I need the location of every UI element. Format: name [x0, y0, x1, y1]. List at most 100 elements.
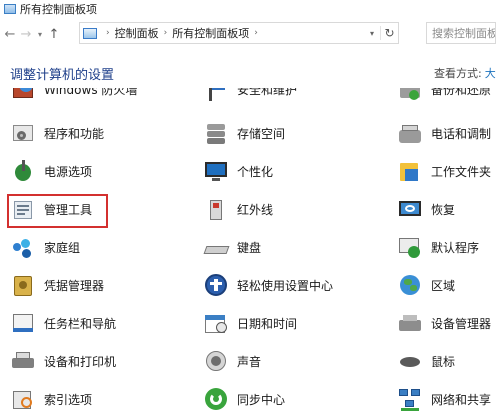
recovery-icon [397, 196, 423, 222]
breadcrumb-all-items[interactable]: 所有控制面板项 [172, 25, 249, 41]
recent-locations-chevron-icon[interactable]: ▾ [34, 24, 46, 44]
view-by-value[interactable]: 大 [485, 67, 496, 80]
view-by-label: 查看方式: [434, 67, 482, 80]
power-options-icon [10, 158, 36, 184]
title-bar: 所有控制面板项 [0, 0, 496, 18]
forward-arrow-icon[interactable]: → [18, 24, 34, 44]
item-sync-center[interactable]: 同步中心 [203, 384, 285, 414]
item-label: 任务栏和导航 [44, 316, 117, 331]
window-title: 所有控制面板项 [20, 3, 97, 16]
page-title: 调整计算机的设置 [10, 68, 115, 83]
keyboard-icon [203, 234, 230, 260]
item-phone-modem[interactable]: 电话和调制 [397, 118, 491, 148]
item-label: 设备管理器 [431, 316, 492, 331]
item-sound[interactable]: 声音 [203, 346, 261, 376]
item-taskbar-navigation[interactable]: 任务栏和导航 [10, 308, 116, 338]
item-programs-features[interactable]: 程序和功能 [10, 118, 104, 148]
network-sharing-icon [397, 386, 423, 412]
item-label: Windows 防火墙 [44, 88, 138, 97]
item-label: 个性化 [237, 164, 274, 179]
item-label: 声音 [237, 354, 262, 369]
item-homegroup[interactable]: 家庭组 [10, 232, 80, 262]
item-label: 电源选项 [44, 164, 93, 179]
up-arrow-icon[interactable]: ↑ [46, 24, 62, 44]
breadcrumb-separator: › [106, 28, 110, 38]
item-label: 存储空间 [237, 126, 286, 141]
item-network-sharing[interactable]: 网络和共享 [397, 384, 491, 414]
firewall-icon [10, 88, 36, 102]
item-label: 键盘 [237, 240, 262, 255]
refresh-icon[interactable]: ↻ [380, 26, 398, 40]
address-bar-controls: ▾ ↻ [364, 23, 398, 43]
item-label: 工作文件夹 [431, 164, 492, 179]
back-arrow-icon[interactable]: ← [2, 24, 18, 44]
item-label: 电话和调制 [431, 126, 492, 141]
backup-icon [397, 88, 423, 102]
address-bar[interactable]: › 控制面板 › 所有控制面板项 › ▾ ↻ [79, 22, 399, 44]
item-power-options[interactable]: 电源选项 [10, 156, 92, 186]
infrared-icon [203, 196, 229, 222]
credential-manager-icon [10, 272, 36, 298]
item-storage-spaces[interactable]: 存储空间 [203, 118, 285, 148]
search-input[interactable]: 搜索控制面板 [426, 22, 496, 44]
item-personalization[interactable]: 个性化 [203, 156, 273, 186]
item-label: 索引选项 [44, 392, 93, 407]
date-time-icon [203, 310, 229, 336]
sync-center-icon [203, 386, 229, 412]
item-security-maintenance[interactable]: 安全和维护 [203, 88, 297, 104]
item-label: 备份和还原 [431, 88, 492, 97]
item-label: 凭据管理器 [44, 278, 105, 293]
item-label: 程序和功能 [44, 126, 105, 141]
devices-printers-icon [10, 348, 36, 374]
item-infrared[interactable]: 红外线 [203, 194, 273, 224]
control-panel-icon [83, 27, 97, 39]
item-indexing-options[interactable]: 索引选项 [10, 384, 92, 414]
device-manager-icon [397, 310, 423, 336]
item-label: 日期和时间 [237, 316, 298, 331]
item-label: 轻松使用设置中心 [237, 278, 334, 293]
item-recovery[interactable]: 恢复 [397, 194, 455, 224]
flag-icon [203, 88, 229, 102]
item-region[interactable]: 区域 [397, 270, 455, 300]
default-programs-icon [397, 234, 423, 260]
breadcrumb-separator: › [163, 28, 168, 38]
indexing-icon [10, 386, 36, 412]
work-folders-icon [397, 158, 423, 184]
item-mouse[interactable]: 鼠标 [397, 346, 455, 376]
breadcrumb-separator: › [254, 28, 258, 38]
item-label: 区域 [431, 278, 456, 293]
item-label: 网络和共享 [431, 392, 492, 407]
item-windows-firewall[interactable]: Windows 防火墙 [10, 88, 137, 104]
item-keyboard[interactable]: 键盘 [203, 232, 261, 262]
view-by-control[interactable]: 查看方式: 大 [434, 65, 496, 81]
item-work-folders[interactable]: 工作文件夹 [397, 156, 491, 186]
item-label: 默认程序 [431, 240, 480, 255]
item-label: 恢复 [431, 202, 456, 217]
control-panel-window-icon [4, 4, 16, 14]
mouse-icon [397, 348, 423, 374]
sound-icon [203, 348, 229, 374]
navigation-bar: ← → ▾ ↑ › 控制面板 › 所有控制面板项 › ▾ ↻ 搜索控制面板 [0, 22, 496, 46]
ease-of-access-icon [203, 272, 229, 298]
control-panel-items-grid: Windows 防火墙 安全和维护 备份和还原 程序和功能 存储空间 电话和调制… [0, 88, 496, 416]
breadcrumb-control-panel[interactable]: 控制面板 [115, 25, 159, 41]
address-dropdown-chevron-icon[interactable]: ▾ [364, 29, 380, 38]
item-device-manager[interactable]: 设备管理器 [397, 308, 491, 338]
item-label: 设备和打印机 [44, 354, 117, 369]
item-default-programs[interactable]: 默认程序 [397, 232, 479, 262]
taskbar-icon [10, 310, 36, 336]
storage-icon [203, 120, 229, 146]
phone-modem-icon [397, 120, 423, 146]
item-backup-restore[interactable]: 备份和还原 [397, 88, 491, 104]
item-label: 安全和维护 [237, 88, 298, 97]
item-ease-of-access[interactable]: 轻松使用设置中心 [203, 270, 333, 300]
item-date-time[interactable]: 日期和时间 [203, 308, 297, 338]
homegroup-icon [10, 234, 36, 260]
highlight-box [7, 194, 108, 228]
item-devices-printers[interactable]: 设备和打印机 [10, 346, 116, 376]
item-label: 鼠标 [431, 354, 456, 369]
personalization-icon [203, 158, 229, 184]
item-label: 红外线 [237, 202, 274, 217]
item-credential-manager[interactable]: 凭据管理器 [10, 270, 104, 300]
item-label: 家庭组 [44, 240, 81, 255]
